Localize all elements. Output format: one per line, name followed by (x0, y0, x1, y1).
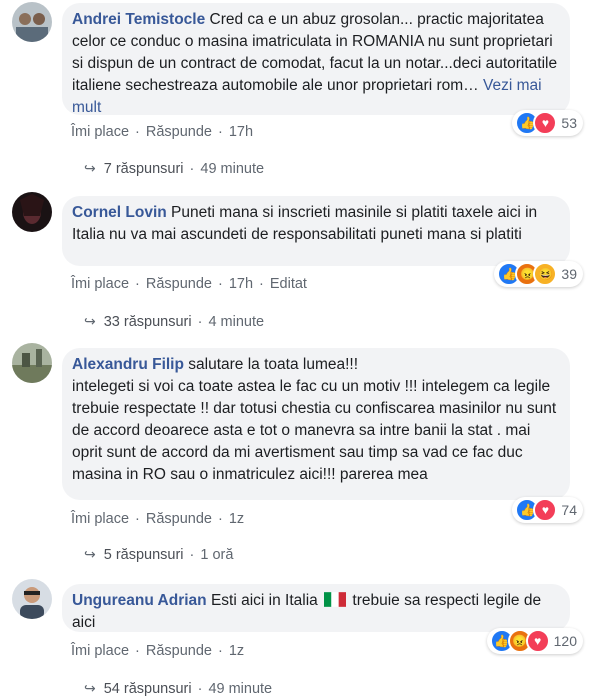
comment-bubble: Cornel Lovin Puneti mana si inscrieti ma… (62, 196, 570, 266)
comment-actions: Îmi place · Răspunde · 1z (71, 643, 245, 659)
avatar[interactable] (12, 343, 52, 383)
reaction-count: 53 (561, 115, 577, 131)
replies-count[interactable]: 33 răspunsuri (104, 314, 192, 330)
comment-author[interactable]: Andrei Temistocle (72, 11, 205, 28)
reaction-count: 74 (561, 502, 577, 518)
reply-arrow-icon: ↪ (84, 313, 96, 329)
reply-button[interactable]: Răspunde (146, 276, 212, 292)
like-button[interactable]: Îmi place (71, 511, 129, 527)
italy-flag-icon (324, 592, 347, 607)
replies-count[interactable]: 7 răspunsuri (104, 161, 184, 177)
avatar[interactable] (12, 579, 52, 619)
reaction-summary[interactable]: 👍 ♥ 74 (512, 497, 583, 523)
reply-button[interactable]: Răspunde (146, 643, 212, 659)
reaction-summary[interactable]: 👍 😠 😆 39 (494, 261, 583, 287)
comment-actions: Îmi place · Răspunde · 1z (71, 511, 245, 527)
comment-author[interactable]: Ungureanu Adrian (72, 592, 207, 609)
replies-time: 49 minute (208, 680, 273, 697)
love-icon: ♥ (525, 629, 550, 653)
timestamp[interactable]: 1z (229, 643, 244, 659)
comment-text: intelegeti si voi ca toate astea le fac … (72, 378, 557, 483)
replies-time: 4 minute (208, 313, 265, 330)
replies-time: 1 oră (200, 546, 234, 563)
comment-text-first: salutare la toata lumea!!! (188, 356, 359, 373)
comment-bubble: Ungureanu Adrian Esti aici in Italia tre… (62, 584, 570, 632)
comment-author[interactable]: Cornel Lovin (72, 204, 167, 221)
like-button[interactable]: Îmi place (71, 124, 129, 140)
reply-arrow-icon: ↪ (84, 546, 96, 562)
timestamp[interactable]: 1z (229, 511, 244, 527)
reaction-summary[interactable]: 👍 ♥ 53 (512, 110, 583, 136)
view-replies[interactable]: ↪ 5 răspunsuri · 1 oră (84, 546, 233, 563)
reaction-count: 39 (561, 266, 577, 282)
replies-count[interactable]: 54 răspunsuri (104, 681, 192, 697)
edited-label[interactable]: Editat (270, 276, 307, 292)
reply-button[interactable]: Răspunde (146, 124, 212, 140)
view-replies[interactable]: ↪ 7 răspunsuri · 49 minute (84, 160, 264, 177)
replies-time: 49 minute (200, 160, 265, 177)
comment-actions: Îmi place · Răspunde · 17h (71, 124, 254, 140)
reply-button[interactable]: Răspunde (146, 511, 212, 527)
love-icon: ♥ (533, 498, 558, 522)
reply-arrow-icon: ↪ (84, 160, 96, 176)
love-icon: ♥ (533, 111, 558, 135)
like-button[interactable]: Îmi place (71, 643, 129, 659)
comment-bubble: Andrei Temistocle Cred ca e un abuz gros… (62, 3, 570, 116)
reaction-count: 120 (553, 633, 577, 649)
replies-count[interactable]: 5 răspunsuri (104, 547, 184, 563)
comment-author[interactable]: Alexandru Filip (72, 356, 184, 373)
comment-text-a: Esti aici in Italia (210, 592, 318, 609)
avatar[interactable] (12, 192, 52, 232)
view-replies[interactable]: ↪ 33 răspunsuri · 4 minute (84, 313, 264, 330)
timestamp[interactable]: 17h (229, 124, 253, 140)
like-button[interactable]: Îmi place (71, 276, 129, 292)
reaction-summary[interactable]: 👍 😠 ♥ 120 (486, 628, 583, 654)
haha-icon: 😆 (533, 262, 558, 286)
reply-arrow-icon: ↪ (84, 680, 96, 696)
view-replies[interactable]: ↪ 54 răspunsuri · 49 minute (84, 680, 272, 697)
comment-bubble: Alexandru Filip salutare la toata lumea!… (62, 348, 570, 500)
comment-actions: Îmi place · Răspunde · 17h · Editat (71, 276, 307, 292)
timestamp[interactable]: 17h (229, 276, 253, 292)
avatar[interactable] (12, 2, 52, 42)
